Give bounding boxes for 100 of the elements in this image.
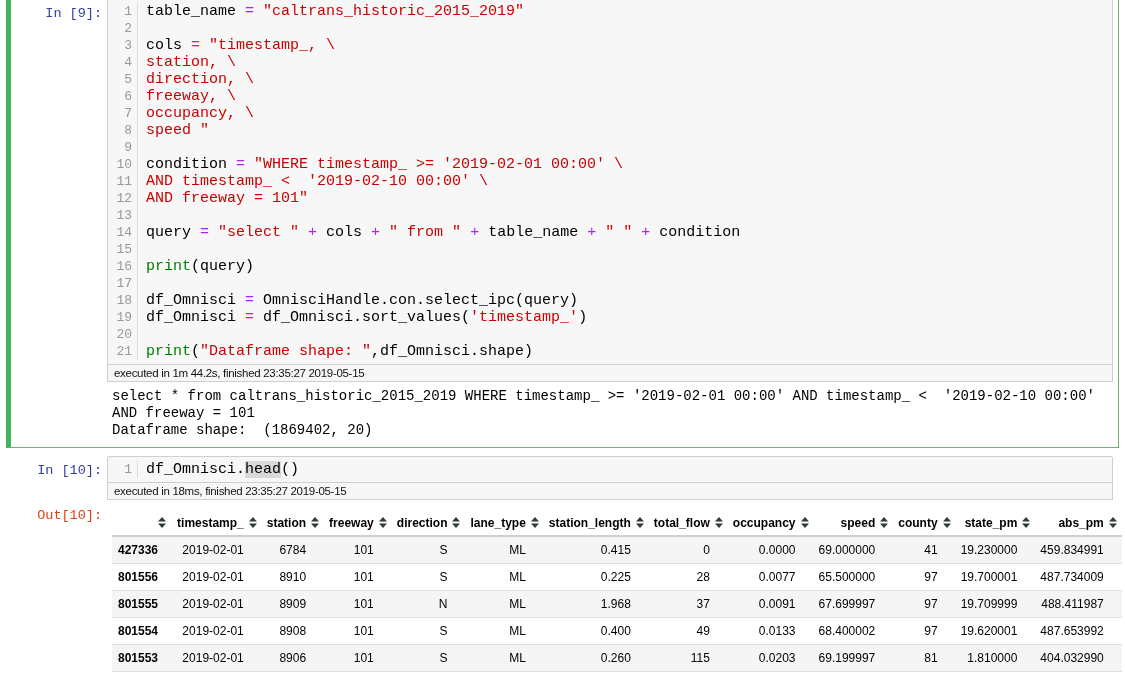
table-cell: 404.032990 [1040,650,1104,665]
sort-icon[interactable] [942,516,951,528]
code-line: direction, \ [146,71,256,88]
table-cell: 0.0133 [758,623,796,638]
row-index: 801556 [118,569,159,584]
sort-icon[interactable] [378,516,387,528]
row-index: 427336 [118,542,159,557]
table-cell: 101 [353,542,374,557]
table-cell: 1.968 [600,596,631,611]
row-index: 801554 [118,623,159,638]
code-editor[interactable]: 1 df_Omnisci.head() [107,456,1113,483]
table-cell: 101 [353,569,374,584]
sort-icon[interactable] [800,516,809,528]
code-line: print("Dataframe shape: ",df_Omnisci.shape) [146,343,535,360]
line-number: 7 [123,105,133,122]
table-cell: 0.415 [600,542,631,557]
table-cell: 0.0077 [758,569,796,584]
table-cell: 68.400002 [818,623,876,638]
table-cell: 459.834991 [1040,542,1104,557]
table-cell: 69.000000 [818,542,876,557]
input-prompt: In [9]: [45,6,102,21]
code-line: station, \ [146,54,237,71]
column-header[interactable]: lane_type [470,515,526,530]
line-number: 19 [115,309,133,326]
table-cell: 2019-02-01 [182,596,244,611]
line-number: 9 [123,139,133,156]
sort-icon[interactable] [635,516,644,528]
table-cell: S [439,623,448,638]
sort-icon[interactable] [530,516,539,528]
sort-icon[interactable] [880,516,889,528]
sort-icon[interactable] [452,516,461,528]
table-cell: 101 [353,623,374,638]
execution-time: executed in 1m 44.2s, finished 23:35:27 2019-05-15 [114,367,365,379]
table-cell: 0.260 [600,650,631,665]
table-cell: 19.620001 [960,623,1018,638]
code-line: query = "select " + cols + " from " + table_name + " " + condition [146,224,741,241]
table-cell: 41 [924,542,938,557]
table-cell: 2019-02-01 [182,542,244,557]
code-line: cols = "timestamp_, \ [146,37,337,54]
sort-icon[interactable] [1022,516,1031,528]
table-cell: 67.699997 [818,596,876,611]
table-cell: 28 [696,569,710,584]
line-number: 21 [115,343,133,360]
line-number: 2 [123,20,133,37]
column-header[interactable]: state_pm [964,515,1018,530]
column-header[interactable]: occupancy [732,515,796,530]
code-line: table_name = "caltrans_historic_2015_2019" [146,3,526,20]
line-number: 11 [115,173,133,190]
column-header[interactable]: station_length [548,515,631,530]
sort-icon[interactable] [311,516,320,528]
column-header[interactable]: timestamp_ [177,515,244,530]
sort-icon[interactable] [248,516,257,528]
table-cell: 97 [924,596,938,611]
table-cell: 8910 [279,569,307,584]
table-cell: 49 [696,623,710,638]
code-line: speed " [146,122,210,139]
column-header[interactable]: abs_pm [1058,515,1104,530]
table-cell: 19.230000 [960,542,1018,557]
line-number: 16 [115,258,133,275]
table-cell: 115 [690,650,710,665]
table-cell: S [439,542,448,557]
table-cell: 81 [924,650,938,665]
line-number: 10 [115,156,133,173]
column-header[interactable]: direction [396,515,448,530]
line-number: 8 [123,122,133,139]
table-cell: 487.734009 [1040,569,1104,584]
column-header[interactable]: freeway [329,515,374,530]
table-cell: 19.709999 [960,596,1018,611]
column-header[interactable]: station [266,515,307,530]
table-cell: 487.653992 [1040,623,1104,638]
table-cell: 2019-02-01 [182,569,244,584]
table-cell: 69.199997 [818,650,876,665]
sort-icon[interactable] [1108,516,1117,528]
line-number: 3 [123,37,133,54]
sort-icon[interactable] [158,516,167,528]
line-number: 6 [123,88,133,105]
table-cell: 0.0000 [758,542,796,557]
notebook-cell[interactable] [6,0,1119,448]
line-number: 15 [115,241,133,258]
table-cell: 6784 [279,542,307,557]
output-text: select * from caltrans_historic_2015_2019 WHERE timestamp_ >= '2019-02-01 00:00' AND timestamp_ < '2019-02-10 00:00' [112,388,1096,405]
code-line: condition = "WHERE timestamp_ >= '2019-02-01 00:00' \ [146,156,625,173]
line-number: 1 [123,461,133,478]
table-cell: ML [509,596,526,611]
input-prompt: In [10]: [37,463,102,478]
sort-icon[interactable] [714,516,723,528]
code-editor[interactable] [107,0,1113,365]
line-number: 14 [115,224,133,241]
column-header[interactable]: total_flow [653,515,710,530]
table-cell: 0.225 [600,569,631,584]
table-cell: 2019-02-01 [182,623,244,638]
column-header[interactable]: county [898,515,938,530]
output-prompt: Out[10]: [37,508,102,523]
table-cell: 1.810000 [967,650,1018,665]
line-number: 17 [115,275,133,292]
table-cell: 8909 [279,596,307,611]
table-cell: ML [509,569,526,584]
table-cell: 97 [924,623,938,638]
column-header[interactable]: speed [840,515,876,530]
row-index: 801555 [118,596,159,611]
